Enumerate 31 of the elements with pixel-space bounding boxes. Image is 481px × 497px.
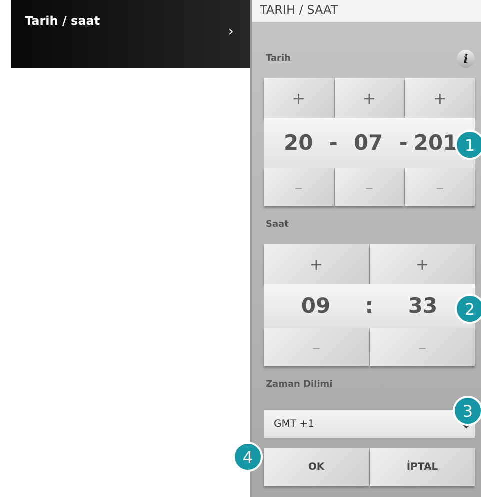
decrement-button[interactable]: – (264, 328, 369, 366)
increment-button[interactable]: + (264, 78, 334, 118)
separator: - (399, 131, 408, 155)
panel-title: TARIH / SAAT (252, 0, 481, 22)
separator: - (329, 131, 338, 155)
increment-button[interactable]: + (334, 78, 404, 118)
section-label: Zaman Dilimi (266, 380, 333, 390)
callout-badge: 2 (455, 294, 481, 324)
increment-button[interactable]: + (264, 244, 369, 284)
section-label: Tarih (266, 54, 291, 64)
decrement-button[interactable]: – (264, 168, 334, 206)
callout-badge: 1 (455, 130, 481, 160)
increment-button[interactable]: + (405, 78, 475, 118)
increment-button[interactable]: + (370, 244, 475, 284)
month-value: 07 (354, 131, 384, 155)
info-icon[interactable]: i (457, 50, 475, 68)
dialog-button[interactable]: OK (264, 448, 369, 486)
section-label: Saat (266, 220, 289, 230)
decrement-button[interactable]: – (370, 328, 475, 366)
callout-badge: 4 (232, 442, 263, 472)
minute-value: 33 (408, 294, 438, 318)
separator: : (365, 294, 374, 318)
year-value: 201 (414, 131, 458, 155)
menu-item[interactable]: Tarih / saat › (11, 0, 250, 68)
decrement-button[interactable]: – (334, 168, 404, 206)
hour-value: 09 (301, 294, 331, 318)
dialog-button[interactable]: İPTAL (370, 448, 475, 486)
callout-badge: 3 (453, 396, 481, 426)
chevron-icon: › (228, 24, 234, 40)
day-value: 20 (284, 131, 314, 155)
decrement-button[interactable]: – (405, 168, 475, 206)
